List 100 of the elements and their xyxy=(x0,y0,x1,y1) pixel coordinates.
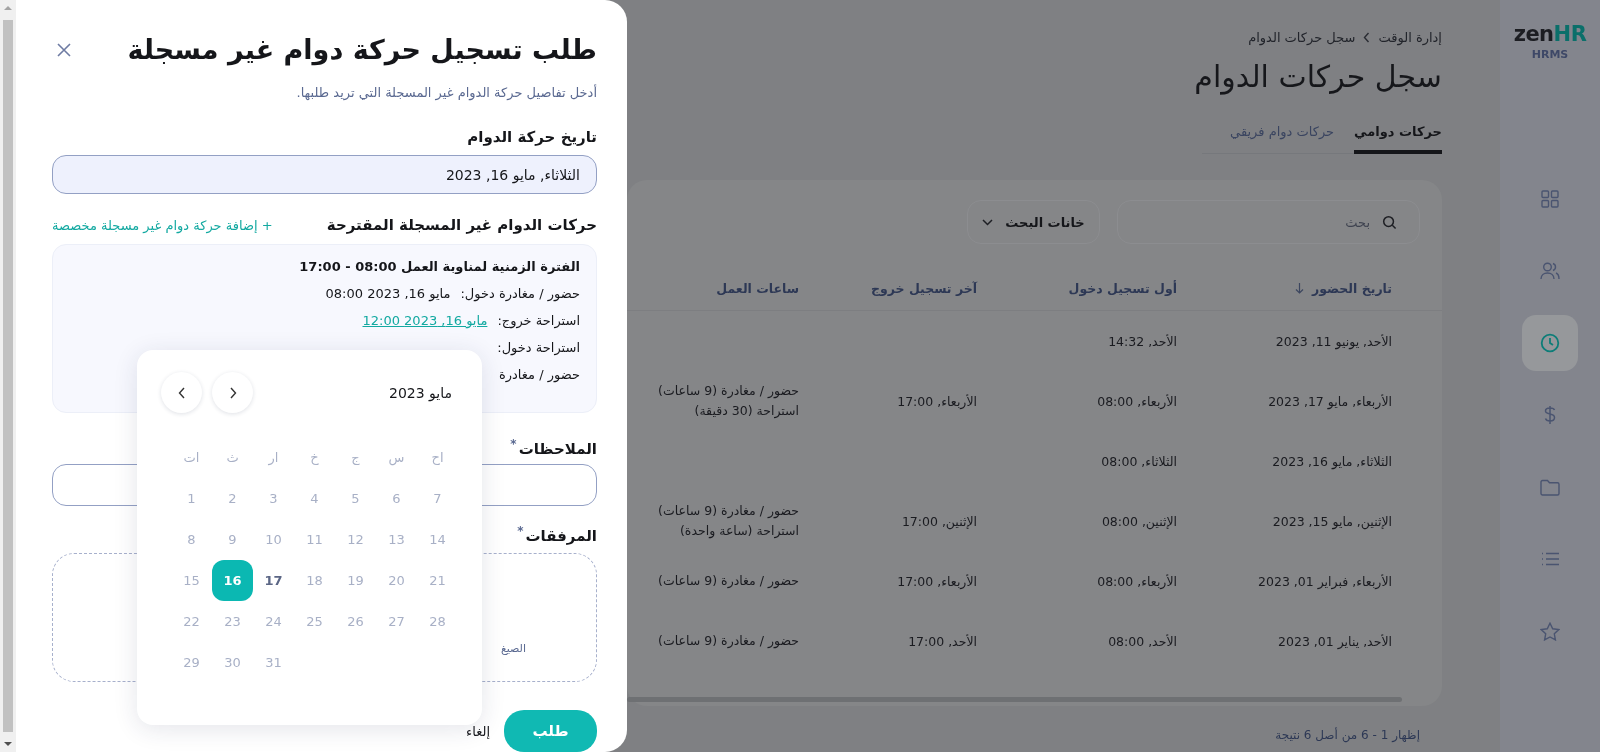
star-icon xyxy=(1540,621,1560,641)
page-title: سجل حركات الدوام xyxy=(1193,59,1442,94)
clock-icon xyxy=(1540,333,1560,353)
calendar-day[interactable]: 8 xyxy=(171,519,212,560)
calendar-day[interactable]: 17 xyxy=(253,560,294,601)
calendar-day[interactable]: 9 xyxy=(212,519,253,560)
field-label: المرفقات xyxy=(525,526,597,545)
calendar-day[interactable]: 4 xyxy=(294,478,335,519)
calendar-day[interactable]: 13 xyxy=(376,519,417,560)
weekday-label: ات xyxy=(182,449,201,467)
field-label: تاريخ حركة الدوام xyxy=(466,128,597,146)
calendar-day[interactable]: 10 xyxy=(253,519,294,560)
date-field[interactable]: الثلاثاء, مايو 16, 2023 xyxy=(52,155,597,195)
chevron-down-icon xyxy=(982,218,994,226)
upload-hint: الصيغ xyxy=(500,641,526,655)
column-header[interactable]: تاريخ الحضور xyxy=(1312,280,1392,296)
table-cell: الأربعاء, 08:00 xyxy=(1097,393,1177,409)
chevron-left-icon xyxy=(177,386,186,399)
sort-arrow-icon xyxy=(1295,282,1304,294)
calendar-day[interactable]: 18 xyxy=(294,560,335,601)
calendar-day[interactable]: 28 xyxy=(417,601,458,642)
calendar-day[interactable]: 14 xyxy=(417,519,458,560)
calendar-day[interactable]: 24 xyxy=(253,601,294,642)
calendar-day[interactable]: 22 xyxy=(171,601,212,642)
list-icon xyxy=(1540,552,1560,566)
previous-month-button[interactable] xyxy=(161,372,202,413)
chevron-icon xyxy=(1363,32,1371,43)
modal-title: طلب تسجيل حركة دوام غير مسجلة xyxy=(127,34,597,65)
calendar-day[interactable]: 16 xyxy=(212,560,253,601)
calendar-day[interactable]: 29 xyxy=(171,642,212,683)
entry-value: مايو 16, 2023 08:00 xyxy=(325,286,451,302)
breadcrumb-link[interactable]: إدارة الوقت xyxy=(1378,30,1442,45)
modal-subtitle: أدخل تفاصيل حركة الدوام غير المسجلة التي تريد طلبها. xyxy=(295,85,597,100)
table-cell: الإثنين, 17:00 xyxy=(901,513,977,529)
calendar-day[interactable]: 5 xyxy=(335,478,376,519)
table-cell: الأربعاء, 17:00 xyxy=(897,393,977,409)
grid-icon xyxy=(1541,190,1559,208)
cancel-button[interactable]: إلغاء xyxy=(466,723,490,739)
calendar-day[interactable]: 7 xyxy=(417,478,458,519)
calendar-day[interactable]: 27 xyxy=(376,601,417,642)
calendar-day[interactable]: 11 xyxy=(294,519,335,560)
search-field[interactable]: بحث xyxy=(1117,200,1420,244)
people-icon xyxy=(1540,262,1560,280)
field-label: الملاحظات xyxy=(518,439,597,458)
add-link[interactable]: + إضافة حركة دوام غير مسجلة مخصصة xyxy=(52,217,273,233)
calendar-day[interactable]: 30 xyxy=(212,642,253,683)
weekday-label: ار xyxy=(267,449,280,468)
weekday-label: ج xyxy=(350,449,361,467)
next-month-button[interactable] xyxy=(212,372,253,413)
filter-dropdown[interactable]: خانات البحث xyxy=(967,200,1100,244)
table-cell: الأربعاء, فبراير 01, 2023 xyxy=(1258,573,1392,589)
tab[interactable]: حركات دوامي xyxy=(1354,118,1442,154)
table-cell: الثلاثاء, 08:00 xyxy=(1101,453,1177,469)
calendar-day[interactable]: 3 xyxy=(253,478,294,519)
table-cell-text: حضور / مغادرة (9 ساعات) xyxy=(658,572,799,591)
calendar-day[interactable]: 23 xyxy=(212,601,253,642)
table-cell: الثلاثاء, مايو 16, 2023 xyxy=(1272,453,1392,469)
logo-text: zenHR xyxy=(1513,22,1587,46)
table-cell: الأحد, يونيو 11, 2023 xyxy=(1275,333,1392,349)
breadcrumb-link[interactable]: سجل حركات الدوام xyxy=(1248,30,1356,45)
column-header[interactable]: أول تسجيل دخول xyxy=(1068,280,1177,296)
required-mark: * xyxy=(510,436,517,451)
scrollbar[interactable] xyxy=(0,0,16,752)
chevron-right-icon xyxy=(228,386,237,399)
table-cell: الأربعاء, 08:00 xyxy=(1097,573,1177,589)
shift-title: الفترة الزمنية لمناوبة العمل 08:00 - 17:00 xyxy=(298,259,580,275)
dollar-icon xyxy=(1544,405,1556,425)
table-cell: الأربعاء, مايو 17, 2023 xyxy=(1268,393,1392,409)
calendar-day[interactable]: 6 xyxy=(376,478,417,519)
calendar-day[interactable]: 21 xyxy=(417,560,458,601)
calendar-day[interactable]: 25 xyxy=(294,601,335,642)
calendar-day[interactable]: 2 xyxy=(212,478,253,519)
clock-nav-item[interactable] xyxy=(1522,315,1578,371)
scrollbar[interactable] xyxy=(627,697,1402,702)
calendar-day[interactable]: 1 xyxy=(171,478,212,519)
calendar-day[interactable]: 19 xyxy=(335,560,376,601)
table-cell-text: حضور / مغادرة (9 ساعات) xyxy=(658,632,799,651)
column-header[interactable]: ساعات العمل xyxy=(716,280,799,296)
calendar-day[interactable]: 20 xyxy=(376,560,417,601)
tab[interactable]: حركات دوام فريقي xyxy=(1230,118,1335,154)
table-cell: الإثنين, مايو 15, 2023 xyxy=(1272,513,1392,529)
pagination-text: إظهار 1 - 6 من أصل 6 نتيجة xyxy=(1274,728,1421,742)
entry-link[interactable]: مايو 16, 2023 12:00 xyxy=(362,313,488,329)
entry-label: حضور / مغادرة دخول: xyxy=(460,286,580,302)
close-icon[interactable] xyxy=(56,41,72,58)
logo-subtitle: HRMS xyxy=(1531,48,1569,61)
calendar-day[interactable]: 15 xyxy=(171,560,212,601)
column-header[interactable]: آخر تسجيل خروج xyxy=(870,280,977,296)
section-label: حركات الدوام غير المسجلة المقترحة xyxy=(326,216,597,235)
submit-button[interactable]: طلب xyxy=(504,710,597,752)
table-cell: الأحد, 14:32 xyxy=(1108,333,1177,349)
entry-label: استراحة دخول: xyxy=(497,340,580,356)
calendar-day[interactable]: 12 xyxy=(335,519,376,560)
calendar-day[interactable]: 31 xyxy=(253,642,294,683)
month-label: مايو 2023 xyxy=(389,384,452,401)
table-cell-text: حضور / مغادرة (9 ساعات) استراحة (ساعة واحدة) xyxy=(658,502,799,541)
calendar-day[interactable]: 26 xyxy=(335,601,376,642)
table-cell-text: حضور / مغادرة (9 ساعات) استراحة (30 دقيقة) xyxy=(658,382,799,421)
weekday-label: خ xyxy=(309,449,320,467)
entry-label: استراحة خروج: xyxy=(497,313,580,329)
